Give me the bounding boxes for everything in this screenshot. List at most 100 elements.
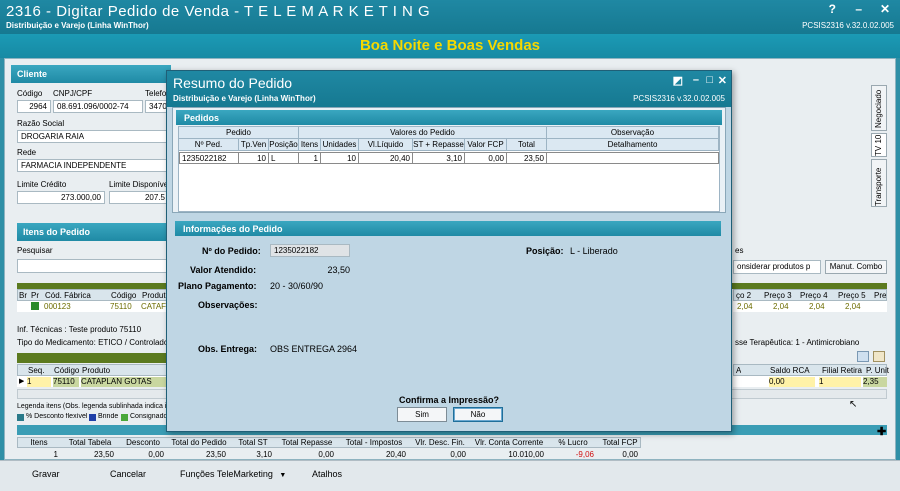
table-row[interactable]: ▶ 1 75110 CATAPLAN GOTAS — [17, 376, 171, 387]
col-codigo2: Código — [54, 366, 80, 375]
cancelar-button[interactable]: Cancelar — [110, 469, 146, 479]
col-preco4: Preço 4 — [800, 291, 828, 300]
nao-button[interactable]: Não — [453, 407, 503, 422]
dialog-subtitle: Distribuição e Varejo (Linha WinThor) — [173, 94, 316, 103]
plano-value: 20 - 30/60/90 — [270, 281, 324, 291]
row-codigo2: 75110 — [53, 377, 79, 387]
tab-tv10-label: TV 10 — [874, 134, 883, 156]
posicao-label: Posição: — [526, 246, 564, 256]
obs-entrega-value: OBS ENTREGA 2964 — [270, 344, 358, 354]
pesquisar-input[interactable] — [17, 259, 169, 273]
col-cod-fabrica: Cód. Fábrica — [45, 291, 91, 300]
pedidos-cell: 1 — [299, 152, 321, 164]
copy-icon[interactable] — [857, 351, 869, 362]
atalhos-button[interactable]: Atalhos — [312, 469, 342, 479]
cnpj-label: CNPJ/CPF — [53, 89, 93, 98]
preco4-value: 2,04 — [809, 302, 825, 311]
minimize-icon[interactable]: – — [855, 2, 862, 16]
table-row[interactable]: 000123 75110 CATAF — [17, 301, 171, 312]
razao-field[interactable]: DROGARIA RAIA — [17, 130, 169, 143]
expand-icon[interactable]: ✚ — [877, 425, 886, 438]
codigo-field[interactable]: 2964 — [17, 100, 51, 113]
legend-flex-icon — [17, 414, 24, 421]
col-br: Br — [19, 291, 27, 300]
footer-bar: Gravar Cancelar Funções TeleMarketing ▼ … — [0, 460, 900, 491]
pedidos-col-header: ST + Repasse — [413, 139, 465, 151]
mouse-cursor-icon: ↖ — [849, 399, 858, 410]
disponivel-label: Limite Disponível — [109, 180, 170, 189]
col-pr: Pr — [31, 291, 39, 300]
check-icon — [31, 302, 39, 310]
sim-button[interactable]: Sim — [397, 407, 447, 422]
pedidos-col-header: Unidades — [321, 139, 359, 151]
considerar-select[interactable]: onsiderar produtos p — [733, 260, 821, 274]
totals-col-value: 0,00 — [622, 450, 638, 459]
legenda-row: % Desconto flexível Brinde Consignado — [17, 413, 171, 423]
col-seq: Seq. — [28, 366, 45, 375]
row-pointer-icon: ▶ — [19, 378, 25, 385]
col-preco5: Preço 5 — [838, 291, 866, 300]
pedidos-col-header: Vl.Líquido — [359, 139, 413, 151]
help-icon[interactable]: ? — [829, 2, 836, 16]
valor-label: Valor Atendido: — [190, 265, 257, 275]
rede-field[interactable]: FARMACIA INDEPENDENTE — [17, 159, 169, 172]
pedidos-cell: L — [269, 152, 299, 164]
confirm-text: Confirma a Impressão? — [398, 395, 500, 405]
considerar-value: onsiderar produtos p — [737, 262, 811, 271]
totals-col-header: Total FCP — [602, 438, 638, 447]
col-saldo-rca: Saldo RCA — [770, 366, 810, 375]
limite-field[interactable]: 273.000,00 — [17, 191, 105, 204]
manut-combo-button[interactable]: Manut. Combo — [825, 260, 887, 274]
totals-col-header: Total ST — [238, 438, 268, 447]
totals-col-header: Total - Impostos — [345, 438, 403, 447]
preco5-value: 2,04 — [845, 302, 861, 311]
num-pedido-label: Nº do Pedido: — [202, 246, 261, 256]
saldo-rca-value: 0,00 — [769, 377, 815, 387]
col-p-unit: P. Unit — [866, 366, 889, 375]
cnpj-field[interactable]: 08.691.096/0002-74 — [53, 100, 143, 113]
gravar-button[interactable]: Gravar — [32, 469, 60, 479]
pedidos-panel: Pedidos Pedido Valores do Pedido Observa… — [172, 107, 726, 213]
limite-label: Limite Crédito — [17, 180, 67, 189]
window-subtitle: Distribuição e Varejo (Linha WinThor) — [6, 21, 149, 30]
preco-row[interactable]: 2,04 2,04 2,04 2,04 — [733, 301, 887, 312]
inf-tecnicas: Inf. Técnicas : Teste produto 75110 — [17, 325, 142, 334]
totals-col-header: Vlr. Conta Corrente — [474, 438, 544, 447]
row-produto: CATAF — [141, 302, 167, 311]
disponivel-field[interactable]: 207.5 — [109, 191, 169, 204]
p-unit-value: 2,35 — [863, 377, 887, 387]
tab-transporte[interactable]: Transporte — [871, 159, 887, 207]
print-icon[interactable] — [873, 351, 885, 362]
group-observacao: Observação — [547, 127, 719, 139]
close-icon[interactable]: ✕ — [880, 2, 890, 16]
pedidos-grid[interactable]: Pedido Valores do Pedido Observação Nº P… — [178, 126, 720, 212]
restore-icon[interactable]: ◩ — [673, 74, 683, 87]
legend-brinde-icon — [89, 414, 96, 421]
totals-col-value: 1 — [53, 450, 58, 459]
items-grid-right-row[interactable]: 0,00 1 2,35 — [733, 376, 887, 387]
observacoes-label: Observações: — [198, 300, 258, 310]
tab-tv10[interactable]: TV 10 — [871, 133, 887, 157]
pedidos-cell — [547, 152, 719, 164]
tab-negociado[interactable]: Negociado — [871, 85, 887, 131]
totals-col-value: 0,00 — [450, 450, 466, 459]
totals-col-value: 23,50 — [93, 450, 114, 459]
col-preco6: Pre — [874, 291, 887, 300]
minimize-icon[interactable]: – — [693, 74, 699, 86]
pedidos-col-header: Detalhamento — [547, 139, 719, 151]
tab-negociado-label: Negociado — [874, 89, 883, 128]
totals-col-header: Vlr. Desc. Fin. — [415, 438, 465, 447]
posicao-value: L - Liberado — [570, 246, 618, 256]
close-icon[interactable]: ✕ — [718, 74, 727, 87]
funcoes-button[interactable]: Funções TeleMarketing ▼ — [180, 469, 286, 479]
items-grid-strip — [17, 353, 171, 363]
preco3-value: 2,04 — [773, 302, 789, 311]
col-produto2: Produto — [82, 366, 111, 375]
filter-label: es — [735, 246, 744, 255]
pedidos-cell: 23,50 — [507, 152, 547, 164]
maximize-icon[interactable]: □ — [706, 74, 713, 86]
col-preco2: ço 2 — [736, 291, 752, 300]
row-cod-fabrica: 000123 — [44, 302, 71, 311]
telefone-label: Telefo — [145, 89, 167, 98]
legend-consignado-label: Consignado — [130, 413, 168, 420]
